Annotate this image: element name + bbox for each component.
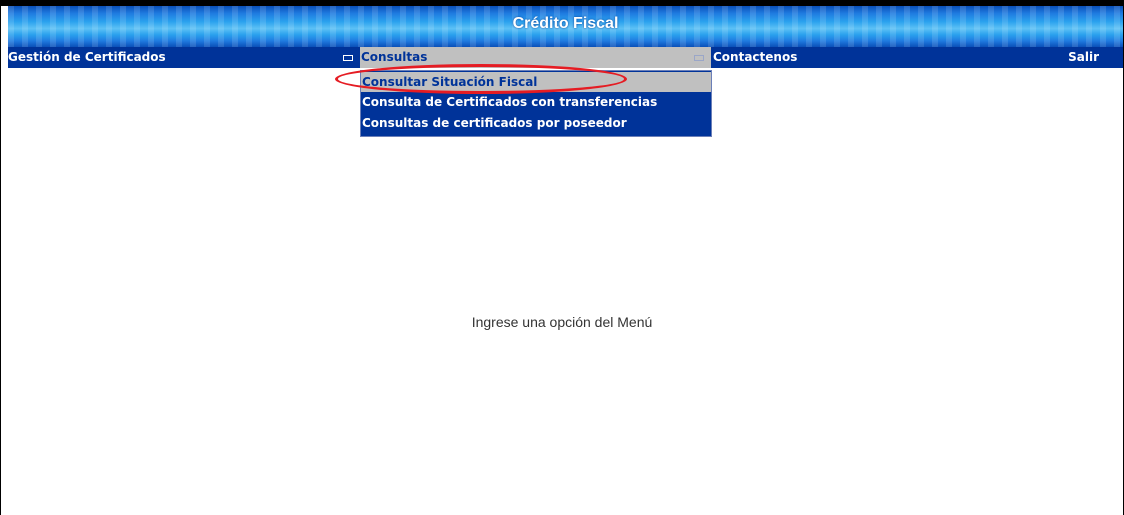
menu-salir[interactable]: Salir bbox=[1068, 47, 1099, 68]
app-title: Crédito Fiscal bbox=[512, 15, 619, 32]
highlight-annotation bbox=[335, 64, 627, 94]
title-bar: Crédito Fiscal bbox=[8, 6, 1123, 47]
menu-gestion-certificados[interactable]: Gestión de Certificados bbox=[8, 47, 166, 68]
dropdown-item-certificados-poseedor[interactable]: Consultas de certificados por poseedor bbox=[361, 113, 711, 134]
dropdown-item-certificados-transferencias[interactable]: Consulta de Certificados con transferenc… bbox=[361, 92, 711, 113]
menu-contactenos[interactable]: Contactenos bbox=[713, 47, 797, 68]
menu-separator-icon bbox=[343, 55, 353, 61]
menu-bar: Gestión de Certificados Consultas Contac… bbox=[8, 47, 1123, 68]
placeholder-message: Ingrese una opción del Menú bbox=[471, 314, 653, 330]
menu-separator-icon bbox=[694, 55, 704, 61]
